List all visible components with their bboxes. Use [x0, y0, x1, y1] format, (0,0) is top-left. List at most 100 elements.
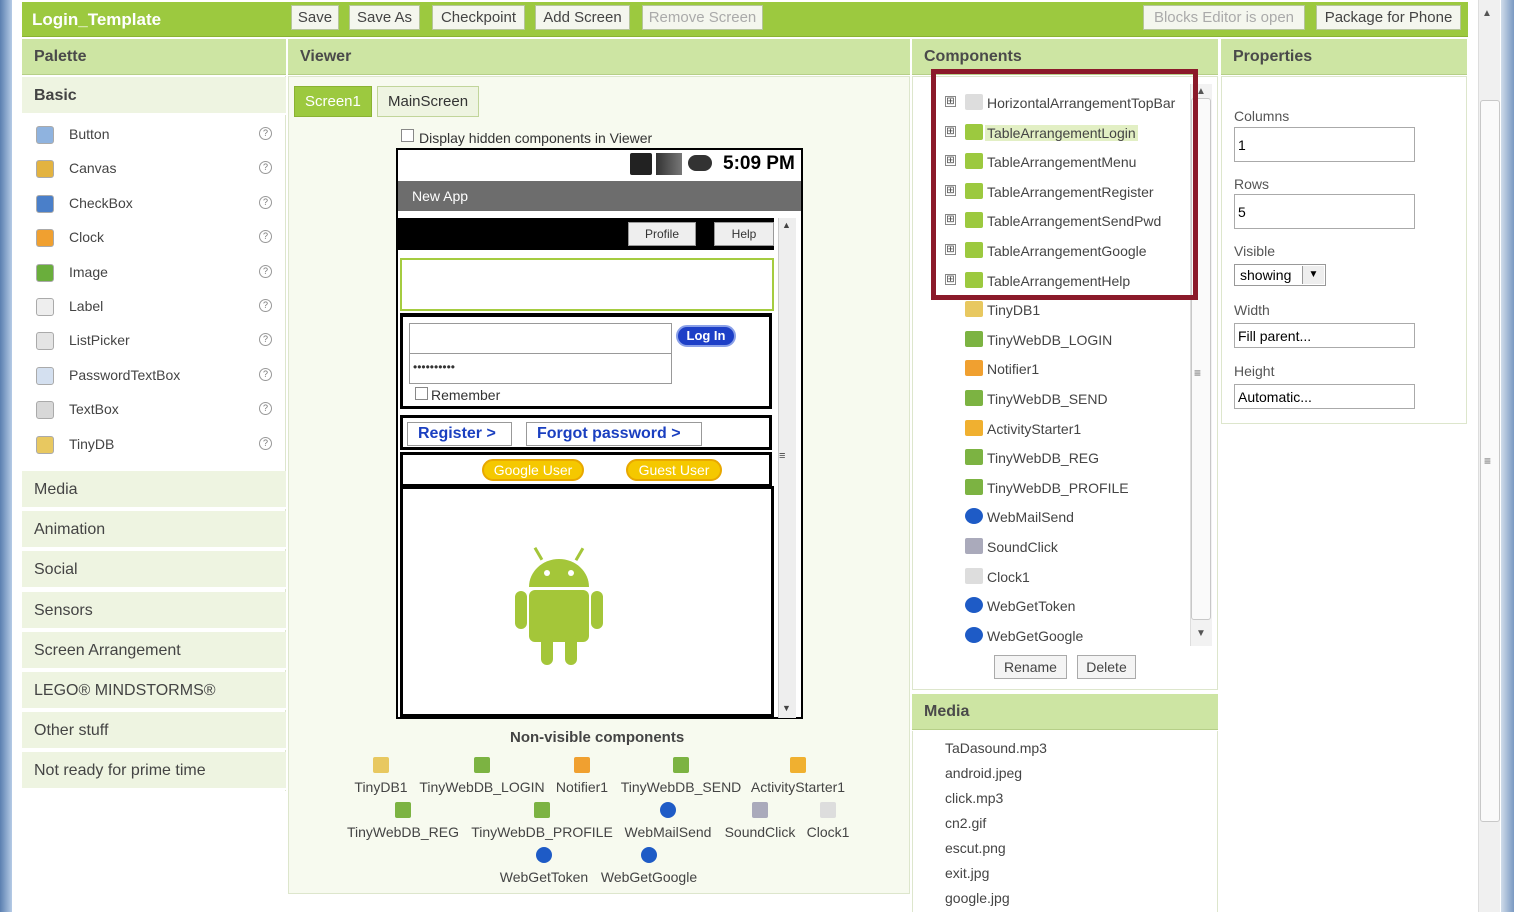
add-screen-button[interactable]: Add Screen: [535, 5, 630, 30]
guest-user-button[interactable]: Guest User: [626, 459, 722, 481]
palette-category-basic[interactable]: Basic: [22, 77, 286, 115]
chevron-down-icon[interactable]: ▼: [1302, 266, 1324, 284]
tab-mainscreen[interactable]: MainScreen: [377, 86, 480, 117]
phone-scroll-up-icon[interactable]: ▲: [782, 220, 791, 230]
phone-scrollbar[interactable]: [778, 218, 796, 718]
component-label: WebMailSend: [987, 509, 1074, 526]
palette-item-label: Canvas: [69, 160, 117, 177]
media-item[interactable]: click.mp3: [945, 790, 1003, 806]
help-icon[interactable]: ?: [259, 367, 272, 381]
register-button[interactable]: Register >: [407, 422, 512, 446]
help-icon[interactable]: ?: [259, 333, 272, 347]
clock-icon: [965, 567, 983, 584]
palette-category-2[interactable]: Social: [22, 551, 286, 590]
height-input[interactable]: Automatic...: [1234, 384, 1415, 409]
components-scroll-up-icon[interactable]: ▲: [1196, 86, 1206, 97]
palette-category-5[interactable]: LEGO® MINDSTORMS®: [22, 672, 286, 710]
palette-header: Palette: [22, 39, 286, 75]
speaker-icon: [752, 802, 768, 818]
textbox-icon: [36, 401, 54, 420]
help-icon[interactable]: ?: [259, 195, 272, 209]
palette-category-1[interactable]: Animation: [22, 511, 286, 550]
status-time: 5:09 PM: [723, 153, 795, 174]
display-hidden-label: Display hidden components in Viewer: [419, 130, 653, 146]
help-icon[interactable]: ?: [259, 264, 272, 278]
package-for-phone-button[interactable]: Package for Phone: [1316, 5, 1461, 30]
save-button[interactable]: Save: [291, 5, 339, 30]
media-item[interactable]: TaDasound.mp3: [945, 740, 1047, 756]
palette-item-image[interactable]: Image?: [22, 256, 286, 290]
component-label: TableArrangementRegister: [987, 183, 1154, 200]
expand-icon[interactable]: ⊞: [945, 273, 956, 285]
component-label: TinyWebDB_SEND: [987, 391, 1108, 407]
palette-item-label: Clock: [69, 229, 105, 246]
phone-scroll-down-icon[interactable]: ▼: [782, 703, 791, 713]
expand-icon[interactable]: ⊞: [945, 184, 956, 196]
scroll-up-icon[interactable]: ▲: [1482, 8, 1492, 19]
expand-icon[interactable]: ⊞: [945, 96, 956, 107]
palette-category-6[interactable]: Other stuff: [22, 712, 286, 751]
palette-item-clock[interactable]: Clock?: [22, 221, 286, 255]
width-input[interactable]: Fill parent...: [1234, 323, 1415, 348]
palette-category-3[interactable]: Sensors: [22, 591, 286, 630]
password-field[interactable]: ••••••••••: [409, 353, 672, 384]
media-item[interactable]: cn2.gif: [945, 815, 986, 831]
help-icon[interactable]: ?: [259, 436, 272, 450]
arrow-up-icon: [395, 802, 411, 818]
forgot-password-button[interactable]: Forgot password >: [526, 422, 702, 446]
palette-category-0[interactable]: Media: [22, 471, 286, 509]
delete-button[interactable]: Delete: [1077, 655, 1136, 679]
rename-button[interactable]: Rename: [994, 655, 1067, 679]
palette-item-listpicker[interactable]: ListPicker?: [22, 324, 286, 358]
palette-item-label: Label: [69, 298, 104, 314]
help-icon[interactable]: ?: [259, 230, 272, 244]
palette-category-7[interactable]: Not ready for prime time: [22, 752, 286, 791]
remove-screen-button[interactable]: Remove Screen: [642, 5, 763, 30]
profile-button[interactable]: Profile: [628, 222, 696, 246]
username-field[interactable]: [409, 323, 672, 354]
display-hidden-checkbox[interactable]: [401, 129, 414, 142]
speaker-icon: [965, 538, 983, 554]
help-icon[interactable]: ?: [259, 127, 272, 140]
tab-screen1[interactable]: Screen1: [294, 86, 372, 117]
palette-item-label: Button: [69, 126, 110, 142]
palette-item-textbox[interactable]: TextBox?: [22, 393, 286, 427]
media-item[interactable]: android.jpeg: [945, 765, 1022, 781]
palette-item-passwordtextbox[interactable]: PasswordTextBox?: [22, 359, 286, 393]
app-title-bar: New App: [398, 181, 801, 211]
remember-checkbox[interactable]: [415, 387, 428, 400]
columns-input[interactable]: 1: [1234, 127, 1415, 162]
palette-item-tinydb[interactable]: TinyDB?: [22, 428, 286, 462]
palette-item-canvas[interactable]: Canvas?: [22, 152, 286, 186]
viewer-header: Viewer: [288, 39, 910, 75]
expand-icon[interactable]: ⊞: [945, 244, 956, 255]
google-user-button[interactable]: Google User: [482, 459, 584, 481]
components-scrollbar-thumb[interactable]: [1191, 98, 1211, 620]
palette-category-4[interactable]: Screen Arrangement: [22, 631, 286, 670]
help-icon[interactable]: ?: [259, 161, 272, 175]
rows-input[interactable]: 5: [1234, 194, 1415, 229]
components-scroll-down-icon[interactable]: ▼: [1196, 628, 1206, 639]
expand-icon[interactable]: ⊞: [945, 214, 956, 226]
height-label: Height: [1234, 363, 1275, 379]
sim-icon: [630, 153, 652, 175]
checkpoint-button[interactable]: Checkpoint: [432, 5, 525, 30]
help-button[interactable]: Help: [714, 222, 774, 246]
non-visible-title: Non-visible components: [510, 729, 685, 746]
login-button[interactable]: Log In: [676, 325, 736, 347]
help-icon[interactable]: ?: [259, 299, 272, 312]
palette-item-button[interactable]: Button?: [22, 118, 286, 152]
media-item[interactable]: exit.jpg: [945, 865, 989, 881]
blocks-editor-button[interactable]: Blocks Editor is open: [1143, 5, 1305, 30]
palette-item-label: CheckBox: [69, 194, 133, 211]
warning-icon: [574, 757, 590, 773]
palette-item-label[interactable]: Label?: [22, 290, 286, 324]
palette-item-checkbox[interactable]: CheckBox?: [22, 187, 286, 221]
save-as-button[interactable]: Save As: [349, 5, 420, 30]
help-icon[interactable]: ?: [259, 402, 272, 416]
globe-icon: [641, 847, 657, 863]
media-item[interactable]: escut.png: [945, 840, 1006, 856]
media-item[interactable]: google.jpg: [945, 890, 1010, 906]
expand-icon[interactable]: ⊞: [945, 125, 956, 137]
expand-icon[interactable]: ⊞: [945, 155, 956, 167]
